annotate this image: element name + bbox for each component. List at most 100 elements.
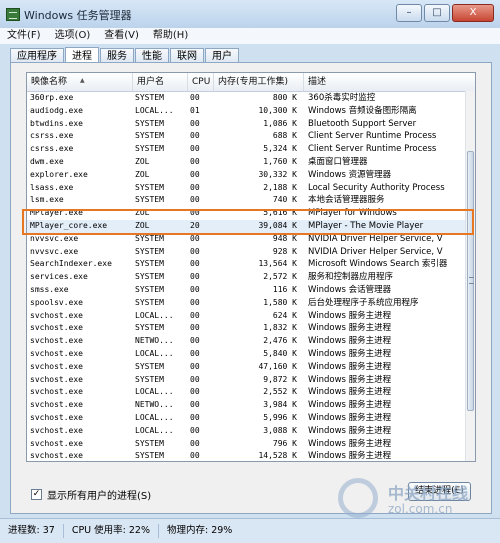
process-description-cell: 服务和控制器应用程序 — [308, 272, 394, 283]
table-row[interactable]: nvvsvc.exe SYSTEM 00 948 K NVIDIA Driver Hel… — [27, 233, 467, 246]
table-row[interactable]: btwdins.exe SYSTEM 00 1,086 K Bluetooth Supp… — [27, 118, 467, 131]
process-cpu-cell: 00 — [190, 297, 200, 307]
process-user-cell: SYSTEM — [135, 272, 164, 282]
table-row[interactable]: 360rp.exe SYSTEM 00 800 K 360杀毒实时监控 — [27, 92, 467, 105]
column-header-user[interactable]: 用户名 — [133, 73, 188, 91]
process-cpu-cell: 00 — [190, 131, 200, 141]
table-row[interactable]: svchost.exe LOCAL... 00 5,996 K Windows 服务主进… — [27, 412, 467, 425]
menu-bar: 文件(F) 选项(O) 查看(V) 帮助(H) — [0, 28, 500, 44]
process-memory-cell: 1,580 K — [263, 297, 297, 307]
process-user-cell: SYSTEM — [135, 182, 164, 192]
status-bar: 进程数: 37 CPU 使用率: 22% 物理内存: 29% — [0, 518, 500, 543]
process-memory-cell: 5,840 K — [263, 348, 297, 358]
process-name-cell: SearchIndexer.exe — [30, 259, 112, 269]
close-button[interactable]: X — [452, 4, 494, 22]
process-description-cell: Windows 服务主进程 — [308, 425, 392, 436]
table-row[interactable]: MPlayer_core.exe ZOL 20 39,084 K MPlayer - T… — [27, 219, 467, 233]
table-row[interactable]: svchost.exe SYSTEM 00 796 K Windows 服务主进程 — [27, 438, 467, 451]
process-memory-cell: 740 K — [272, 195, 297, 205]
process-list[interactable]: 映像名称 ▲ 用户名 CPU 内存(专用工作集) 描述 360rp.exe SYS… — [26, 72, 476, 462]
table-row[interactable]: smss.exe SYSTEM 00 116 K Windows 会话管理器 — [27, 284, 467, 297]
table-row[interactable]: MPlayer.exe ZOL 00 5,616 K MPlayer for Windo… — [27, 207, 467, 220]
process-description-cell: 360杀毒实时监控 — [308, 93, 376, 103]
column-header-memory[interactable]: 内存(专用工作集) — [214, 73, 304, 91]
status-process-count: 进程数: 37 — [0, 524, 64, 538]
table-row[interactable]: dwm.exe ZOL 00 1,760 K 桌面窗口管理器 — [27, 156, 467, 169]
process-user-cell: SYSTEM — [135, 246, 164, 256]
table-row[interactable]: lsm.exe SYSTEM 00 740 K 本地会话管理器服务 — [27, 194, 467, 207]
process-cpu-cell: 00 — [190, 246, 200, 256]
process-memory-cell: 3,088 K — [263, 425, 297, 435]
process-memory-cell: 928 K — [272, 246, 297, 256]
status-cpu-usage: CPU 使用率: 22% — [64, 524, 159, 538]
process-name-cell: svchost.exe — [30, 387, 83, 397]
process-description-cell: Windows 服务主进程 — [308, 323, 392, 334]
process-user-cell: ZOL — [135, 169, 150, 179]
show-all-users-checkbox[interactable]: ✓ — [31, 489, 42, 500]
zol-logo-icon — [338, 478, 378, 518]
process-memory-cell: 1,086 K — [263, 118, 297, 128]
process-description-cell: Windows 服务主进程 — [308, 336, 392, 347]
table-row[interactable]: svchost.exe LOCAL... 00 2,552 K Windows 服务主进… — [27, 386, 467, 399]
process-user-cell: LOCAL... — [135, 412, 174, 422]
table-row[interactable]: svchost.exe SYSTEM 00 14,528 K Windows 服务主进程 — [27, 450, 467, 462]
table-row[interactable]: spoolsv.exe SYSTEM 00 1,580 K 后台处理程序子系统应用程序 — [27, 297, 467, 310]
process-description-cell: Windows 服务主进程 — [308, 361, 392, 372]
process-memory-cell: 116 K — [272, 284, 297, 294]
process-description-cell: Windows 资源管理器 — [308, 169, 392, 180]
menu-view[interactable]: 查看(V) — [97, 28, 146, 44]
process-name-cell: svchost.exe — [30, 361, 83, 371]
process-user-cell: SYSTEM — [135, 93, 164, 102]
table-row[interactable]: svchost.exe SYSTEM 00 1,832 K Windows 服务主进程 — [27, 322, 467, 335]
process-cpu-cell: 00 — [190, 336, 200, 346]
table-row[interactable]: csrss.exe SYSTEM 00 688 K Client Server Runt… — [27, 130, 467, 143]
process-description-cell: Windows 服务主进程 — [308, 412, 392, 423]
table-row[interactable]: nvvsvc.exe SYSTEM 00 928 K NVIDIA Driver Hel… — [27, 246, 467, 259]
table-row[interactable]: svchost.exe SYSTEM 00 47,160 K Windows 服务主进程 — [27, 361, 467, 374]
process-memory-cell: 5,616 K — [263, 208, 297, 218]
window-controls: – □ X — [394, 4, 494, 22]
tab-strip: 应用程序 进程 服务 性能 联网 用户 — [10, 46, 240, 65]
maximize-button[interactable]: □ — [424, 4, 450, 22]
process-cpu-cell: 00 — [190, 361, 200, 371]
menu-options[interactable]: 选项(O) — [48, 28, 98, 44]
column-header-description[interactable]: 描述 — [304, 73, 475, 91]
show-all-users-option[interactable]: ✓ 显示所有用户的进程(S) — [31, 487, 151, 502]
process-user-cell: SYSTEM — [135, 118, 164, 128]
process-name-cell: nvvsvc.exe — [30, 233, 79, 243]
process-description-cell: Windows 服务主进程 — [308, 451, 392, 462]
process-cpu-cell: 20 — [190, 220, 200, 230]
table-row[interactable]: svchost.exe NETWO... 00 3,984 K Windows 服务主进… — [27, 399, 467, 412]
process-cpu-cell: 00 — [190, 259, 200, 269]
table-row[interactable]: svchost.exe LOCAL... 00 624 K Windows 服务主进程 — [27, 310, 467, 323]
process-name-cell: nvvsvc.exe — [30, 246, 79, 256]
table-row[interactable]: svchost.exe LOCAL... 00 5,840 K Windows 服务主进… — [27, 348, 467, 361]
process-name-cell: smss.exe — [30, 284, 69, 294]
process-cpu-cell: 00 — [190, 348, 200, 358]
column-header-name[interactable]: 映像名称 ▲ — [27, 73, 133, 91]
process-cpu-cell: 00 — [190, 156, 200, 166]
table-row[interactable]: audiodg.exe LOCAL... 01 10,300 K Windows 音频设… — [27, 105, 467, 118]
process-memory-cell: 1,760 K — [263, 156, 297, 166]
table-row[interactable]: svchost.exe NETWO... 00 2,476 K Windows 服务主进… — [27, 335, 467, 348]
table-row[interactable]: lsass.exe SYSTEM 00 2,188 K Local Security A… — [27, 182, 467, 195]
list-header: 映像名称 ▲ 用户名 CPU 内存(专用工作集) 描述 — [27, 73, 475, 92]
process-description-cell: Windows 服务主进程 — [308, 374, 392, 385]
process-cpu-cell: 00 — [190, 208, 200, 218]
table-row[interactable]: svchost.exe LOCAL... 00 3,088 K Windows 服务主进… — [27, 425, 467, 438]
menu-file[interactable]: 文件(F) — [0, 28, 48, 44]
minimize-button[interactable]: – — [396, 4, 422, 22]
processes-panel: 映像名称 ▲ 用户名 CPU 内存(专用工作集) 描述 360rp.exe SYS… — [10, 62, 492, 514]
process-memory-cell: 10,300 K — [258, 105, 297, 115]
table-row[interactable]: csrss.exe SYSTEM 00 5,324 K Client Server Ru… — [27, 143, 467, 156]
menu-help[interactable]: 帮助(H) — [146, 28, 195, 44]
scrollbar-thumb[interactable] — [467, 151, 474, 411]
table-row[interactable]: services.exe SYSTEM 00 2,572 K 服务和控制器应用程序 — [27, 271, 467, 284]
table-row[interactable]: svchost.exe SYSTEM 00 9,872 K Windows 服务主进程 — [27, 374, 467, 387]
vertical-scrollbar[interactable] — [465, 91, 475, 461]
column-header-cpu[interactable]: CPU — [188, 73, 214, 91]
table-row[interactable]: explorer.exe ZOL 00 30,332 K Windows 资源管理器 — [27, 169, 467, 182]
process-memory-cell: 14,528 K — [258, 451, 297, 461]
table-row[interactable]: SearchIndexer.exe SYSTEM 00 13,564 K Microso… — [27, 258, 467, 271]
process-name-cell: svchost.exe — [30, 451, 83, 461]
